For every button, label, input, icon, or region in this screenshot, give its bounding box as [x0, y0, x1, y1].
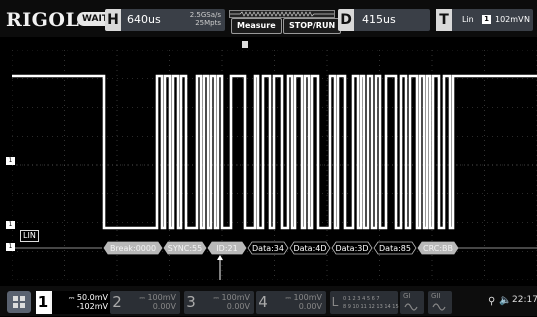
top-status-bar: RIGOL WAIT H 640us 2.5GSa/s 25Mpts Measu… — [0, 0, 537, 37]
logic-analyzer-tab[interactable]: L 0 1 2 3 4 5 6 7 8 9 10 11 12 13 14 15 — [330, 291, 399, 314]
channel-2-scale-value: 100mV — [147, 293, 176, 302]
channel-1-offset: -102mV — [76, 302, 108, 311]
dc-coupling-icon: ⎓ — [285, 294, 291, 302]
channel-4-scale-value: 100mV — [293, 293, 322, 302]
memory-depth: 25Mpts — [195, 19, 221, 27]
delay-value: 415us — [362, 13, 396, 26]
trigger-box[interactable]: T Lin 1 102mV N — [436, 9, 533, 31]
channel-1-waveform — [12, 74, 537, 230]
channel-4-number: 4 — [258, 293, 268, 311]
channel-3-tab[interactable]: 3 ⎓ 100mV 0.00V — [184, 291, 254, 314]
decode-packet-label: CRC:BB — [423, 244, 453, 253]
logic-channels-row-1: 0 1 2 3 4 5 6 7 — [343, 296, 380, 302]
generator-1-tab[interactable]: GI — [400, 291, 424, 314]
sine-wave-icon — [404, 303, 418, 311]
decode-packet-label: Data:85 — [379, 244, 411, 253]
timebase-value: 640us — [127, 13, 161, 26]
decode-packet-label: Data:4D — [293, 244, 326, 253]
bottom-status-bar: 1 ⎓ 50.0mV -102mV 2 ⎓ 100mV 0.00V 3 ⎓ 10… — [0, 286, 537, 316]
decode-packet-label: Break:0000 — [110, 244, 156, 253]
delay-box[interactable]: D 415us — [338, 9, 430, 31]
memory-waveform-preview — [230, 11, 334, 17]
dc-coupling-icon: ⎓ — [139, 294, 145, 302]
memory-overview-strip[interactable] — [229, 10, 335, 18]
channel-4-offset: 0.00V — [298, 302, 322, 311]
channel-1-tab[interactable]: 1 ⎓ 50.0mV -102mV — [36, 291, 112, 314]
lin-ground-marker[interactable]: 1 — [6, 221, 15, 229]
channel-2-offset: 0.00V — [152, 302, 176, 311]
stop-run-button[interactable]: STOP/RUN — [283, 18, 342, 34]
trigger-position-marker-icon[interactable] — [242, 41, 248, 48]
brand-logo: RIGOL — [6, 9, 80, 31]
trigger-level: 102mV — [495, 15, 524, 24]
trigger-source-badge: 1 — [482, 15, 491, 24]
bus-label: LIN — [20, 230, 39, 242]
horizontal-letter: H — [105, 9, 121, 31]
usb-icon: ⚲ — [488, 296, 496, 307]
measure-button[interactable]: Measure — [231, 18, 282, 34]
channel-1-number: 1 — [36, 291, 50, 314]
lin-decode-bus: Break:0000 SYNC:55 ID:21 Data:34 Data:4D Data… — [12, 241, 537, 280]
trigger-mode: Lin — [462, 15, 474, 24]
clock-time: 22:17 — [512, 295, 537, 305]
channel-3-offset: 0.00V — [226, 302, 250, 311]
sample-rate: 2.5GSa/s — [189, 11, 221, 19]
channel-2-tab[interactable]: 2 ⎓ 100mV 0.00V — [110, 291, 180, 314]
trigger-letter: T — [436, 9, 452, 31]
channel-3-number: 3 — [186, 293, 196, 311]
bus-ground-marker[interactable]: 1 — [6, 243, 15, 251]
channel-2-number: 2 — [112, 293, 122, 311]
channel-4-tab[interactable]: 4 ⎓ 100mV 0.00V — [256, 291, 326, 314]
sample-rate-info: 2.5GSa/s 25Mpts — [190, 11, 221, 27]
channel-3-scale-value: 100mV — [221, 293, 250, 302]
decode-packet-label: ID:21 — [216, 244, 237, 253]
decode-packet-label: SYNC:55 — [168, 244, 202, 253]
waveform-display[interactable]: Break:0000 SYNC:55 ID:21 Data:34 Data:4D Data… — [12, 50, 537, 280]
channel-1-scale-value: 50.0mV — [76, 293, 108, 302]
dc-coupling-icon: ⎓ — [213, 294, 219, 302]
apps-grid-icon[interactable] — [7, 291, 31, 313]
channel-1-detail: ⎓ 50.0mV -102mV — [52, 291, 112, 314]
decode-packet-label: Data:34 — [252, 244, 284, 253]
logic-channels-row-2: 8 9 10 11 12 13 14 15 — [343, 304, 399, 310]
dc-coupling-icon: ⎓ — [68, 294, 75, 302]
speaker-icon[interactable]: 🔈 — [499, 295, 511, 306]
generator-2-tab[interactable]: GII — [428, 291, 452, 314]
trigger-slope: N — [524, 15, 530, 24]
horizontal-timebase-box[interactable]: H 640us 2.5GSa/s 25Mpts — [105, 9, 225, 31]
channel-1-ground-marker[interactable]: 1 — [6, 157, 15, 165]
logic-letter: L — [331, 295, 339, 309]
decode-packet-label: Data:3D — [335, 244, 368, 253]
delay-letter: D — [338, 9, 354, 31]
sine-wave-icon — [432, 303, 446, 311]
channel-1-trace — [12, 74, 537, 230]
